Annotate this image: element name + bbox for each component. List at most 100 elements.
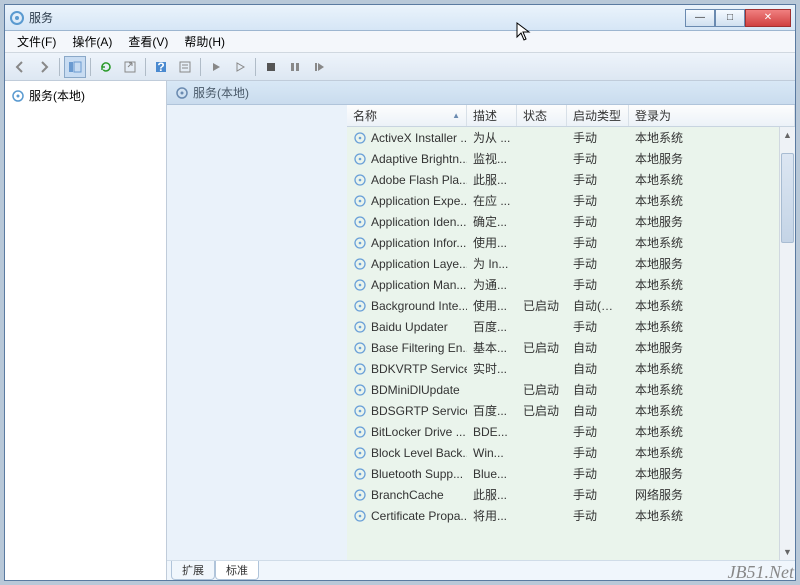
cell-logon: 本地系统 xyxy=(629,318,719,335)
list-body[interactable]: ActiveX Installer ...为从 ...手动本地系统Adaptiv… xyxy=(347,127,795,560)
gear-icon xyxy=(353,404,367,418)
cell-description: 确定... xyxy=(467,213,517,230)
service-row[interactable]: Application Expe...在应 ...手动本地系统 xyxy=(347,190,779,211)
cell-description: 百度... xyxy=(467,318,517,335)
cell-startup: 自动 xyxy=(567,381,629,398)
cell-name: Application Man... xyxy=(347,278,467,292)
service-row[interactable]: BitLocker Drive ...BDE...手动本地系统 xyxy=(347,421,779,442)
services-list: 名称▲ 描述 状态 启动类型 登录为 ActiveX Installer ...… xyxy=(347,105,795,560)
cell-description: 此服... xyxy=(467,486,517,503)
right-pane-title: 服务(本地) xyxy=(193,84,249,101)
service-row[interactable]: BranchCache此服...手动网络服务 xyxy=(347,484,779,505)
service-row[interactable]: Adobe Flash Pla...此服...手动本地系统 xyxy=(347,169,779,190)
gear-icon xyxy=(353,446,367,460)
cell-description: 此服... xyxy=(467,171,517,188)
tab-standard[interactable]: 标准 xyxy=(215,561,259,580)
gear-icon xyxy=(353,194,367,208)
gear-icon xyxy=(353,341,367,355)
scroll-thumb[interactable] xyxy=(781,153,794,243)
left-tree-pane[interactable]: 服务(本地) xyxy=(5,81,167,580)
gear-icon xyxy=(11,89,25,103)
menu-action[interactable]: 操作(A) xyxy=(64,31,120,52)
cell-logon: 本地系统 xyxy=(629,360,719,377)
service-row[interactable]: Application Laye...为 In...手动本地服务 xyxy=(347,253,779,274)
vertical-scrollbar[interactable]: ▲ ▼ xyxy=(779,127,795,560)
cell-status: 已启动 xyxy=(517,402,567,419)
tree-root-services[interactable]: 服务(本地) xyxy=(9,85,162,106)
gear-icon xyxy=(353,509,367,523)
service-row[interactable]: BDKVRTP Service实时...自动本地系统 xyxy=(347,358,779,379)
column-header-status[interactable]: 状态 xyxy=(517,105,567,126)
service-row[interactable]: Baidu Updater百度...手动本地系统 xyxy=(347,316,779,337)
start-service-button[interactable] xyxy=(205,56,227,78)
service-row[interactable]: Application Infor...使用...手动本地系统 xyxy=(347,232,779,253)
refresh-button[interactable] xyxy=(95,56,117,78)
cell-description: 监视... xyxy=(467,150,517,167)
column-header-description[interactable]: 描述 xyxy=(467,105,517,126)
cell-name: Certificate Propa... xyxy=(347,509,467,523)
cell-name: Application Iden... xyxy=(347,215,467,229)
cell-description: 为从 ... xyxy=(467,129,517,146)
cell-logon: 本地服务 xyxy=(629,150,719,167)
cell-logon: 本地服务 xyxy=(629,255,719,272)
forward-button[interactable] xyxy=(33,56,55,78)
cell-description: 实时... xyxy=(467,360,517,377)
cell-logon: 本地服务 xyxy=(629,465,719,482)
service-row[interactable]: Base Filtering En...基本...已启动自动本地服务 xyxy=(347,337,779,358)
tab-extended[interactable]: 扩展 xyxy=(171,561,215,580)
service-row[interactable]: Background Inte...使用...已启动自动(延迟...本地系统 xyxy=(347,295,779,316)
gear-icon xyxy=(353,299,367,313)
export-list-button[interactable] xyxy=(119,56,141,78)
service-row[interactable]: Application Man...为通...手动本地系统 xyxy=(347,274,779,295)
minimize-button[interactable]: — xyxy=(685,9,715,27)
close-button[interactable]: ✕ xyxy=(745,9,791,27)
show-hide-tree-button[interactable] xyxy=(64,56,86,78)
cell-name: ActiveX Installer ... xyxy=(347,131,467,145)
properties-button[interactable] xyxy=(174,56,196,78)
service-row[interactable]: BDSGRTP Service百度...已启动自动本地系统 xyxy=(347,400,779,421)
column-header-name[interactable]: 名称▲ xyxy=(347,105,467,126)
gear-icon xyxy=(353,425,367,439)
service-row[interactable]: ActiveX Installer ...为从 ...手动本地系统 xyxy=(347,127,779,148)
window-buttons: — □ ✕ xyxy=(685,9,791,27)
resume-service-button[interactable] xyxy=(229,56,251,78)
menu-file[interactable]: 文件(F) xyxy=(9,31,64,52)
column-header-startup[interactable]: 启动类型 xyxy=(567,105,629,126)
column-header-logon[interactable]: 登录为 xyxy=(629,105,795,126)
cell-startup: 手动 xyxy=(567,192,629,209)
service-row[interactable]: BDMiniDlUpdate已启动自动本地系统 xyxy=(347,379,779,400)
menu-view[interactable]: 查看(V) xyxy=(120,31,176,52)
gear-icon xyxy=(353,467,367,481)
pause-service-button[interactable] xyxy=(284,56,306,78)
scroll-up-arrow[interactable]: ▲ xyxy=(780,127,795,143)
cell-logon: 本地系统 xyxy=(629,129,719,146)
right-pane-header: 服务(本地) xyxy=(167,81,795,105)
toolbar-separator xyxy=(59,58,60,76)
help-button[interactable]: ? xyxy=(150,56,172,78)
service-row[interactable]: Block Level Back...Win...手动本地系统 xyxy=(347,442,779,463)
menu-help[interactable]: 帮助(H) xyxy=(176,31,233,52)
titlebar[interactable]: 服务 — □ ✕ xyxy=(5,5,795,31)
service-row[interactable]: Certificate Propa...将用...手动本地系统 xyxy=(347,505,779,526)
cell-name: Adaptive Brightn... xyxy=(347,152,467,166)
service-row[interactable]: Adaptive Brightn...监视... 手动本地服务 xyxy=(347,148,779,169)
restart-service-button[interactable] xyxy=(308,56,330,78)
service-row[interactable]: Application Iden...确定...手动本地服务 xyxy=(347,211,779,232)
cell-name: Baidu Updater xyxy=(347,320,467,334)
service-row[interactable]: Bluetooth Supp...Blue...手动本地服务 xyxy=(347,463,779,484)
cell-name: BitLocker Drive ... xyxy=(347,425,467,439)
cell-startup: 手动 xyxy=(567,150,629,167)
back-button[interactable] xyxy=(9,56,31,78)
watermark: JB51.Net xyxy=(728,562,794,583)
scroll-down-arrow[interactable]: ▼ xyxy=(780,544,795,560)
stop-service-button[interactable] xyxy=(260,56,282,78)
cell-name: Application Expe... xyxy=(347,194,467,208)
maximize-button[interactable]: □ xyxy=(715,9,745,27)
cell-name: Base Filtering En... xyxy=(347,341,467,355)
gear-icon xyxy=(353,257,367,271)
view-tabs: 扩展 标准 xyxy=(167,560,795,580)
cell-description: 基本... xyxy=(467,339,517,356)
cell-description: 为通... xyxy=(467,276,517,293)
cell-startup: 手动 xyxy=(567,486,629,503)
gear-icon xyxy=(353,278,367,292)
